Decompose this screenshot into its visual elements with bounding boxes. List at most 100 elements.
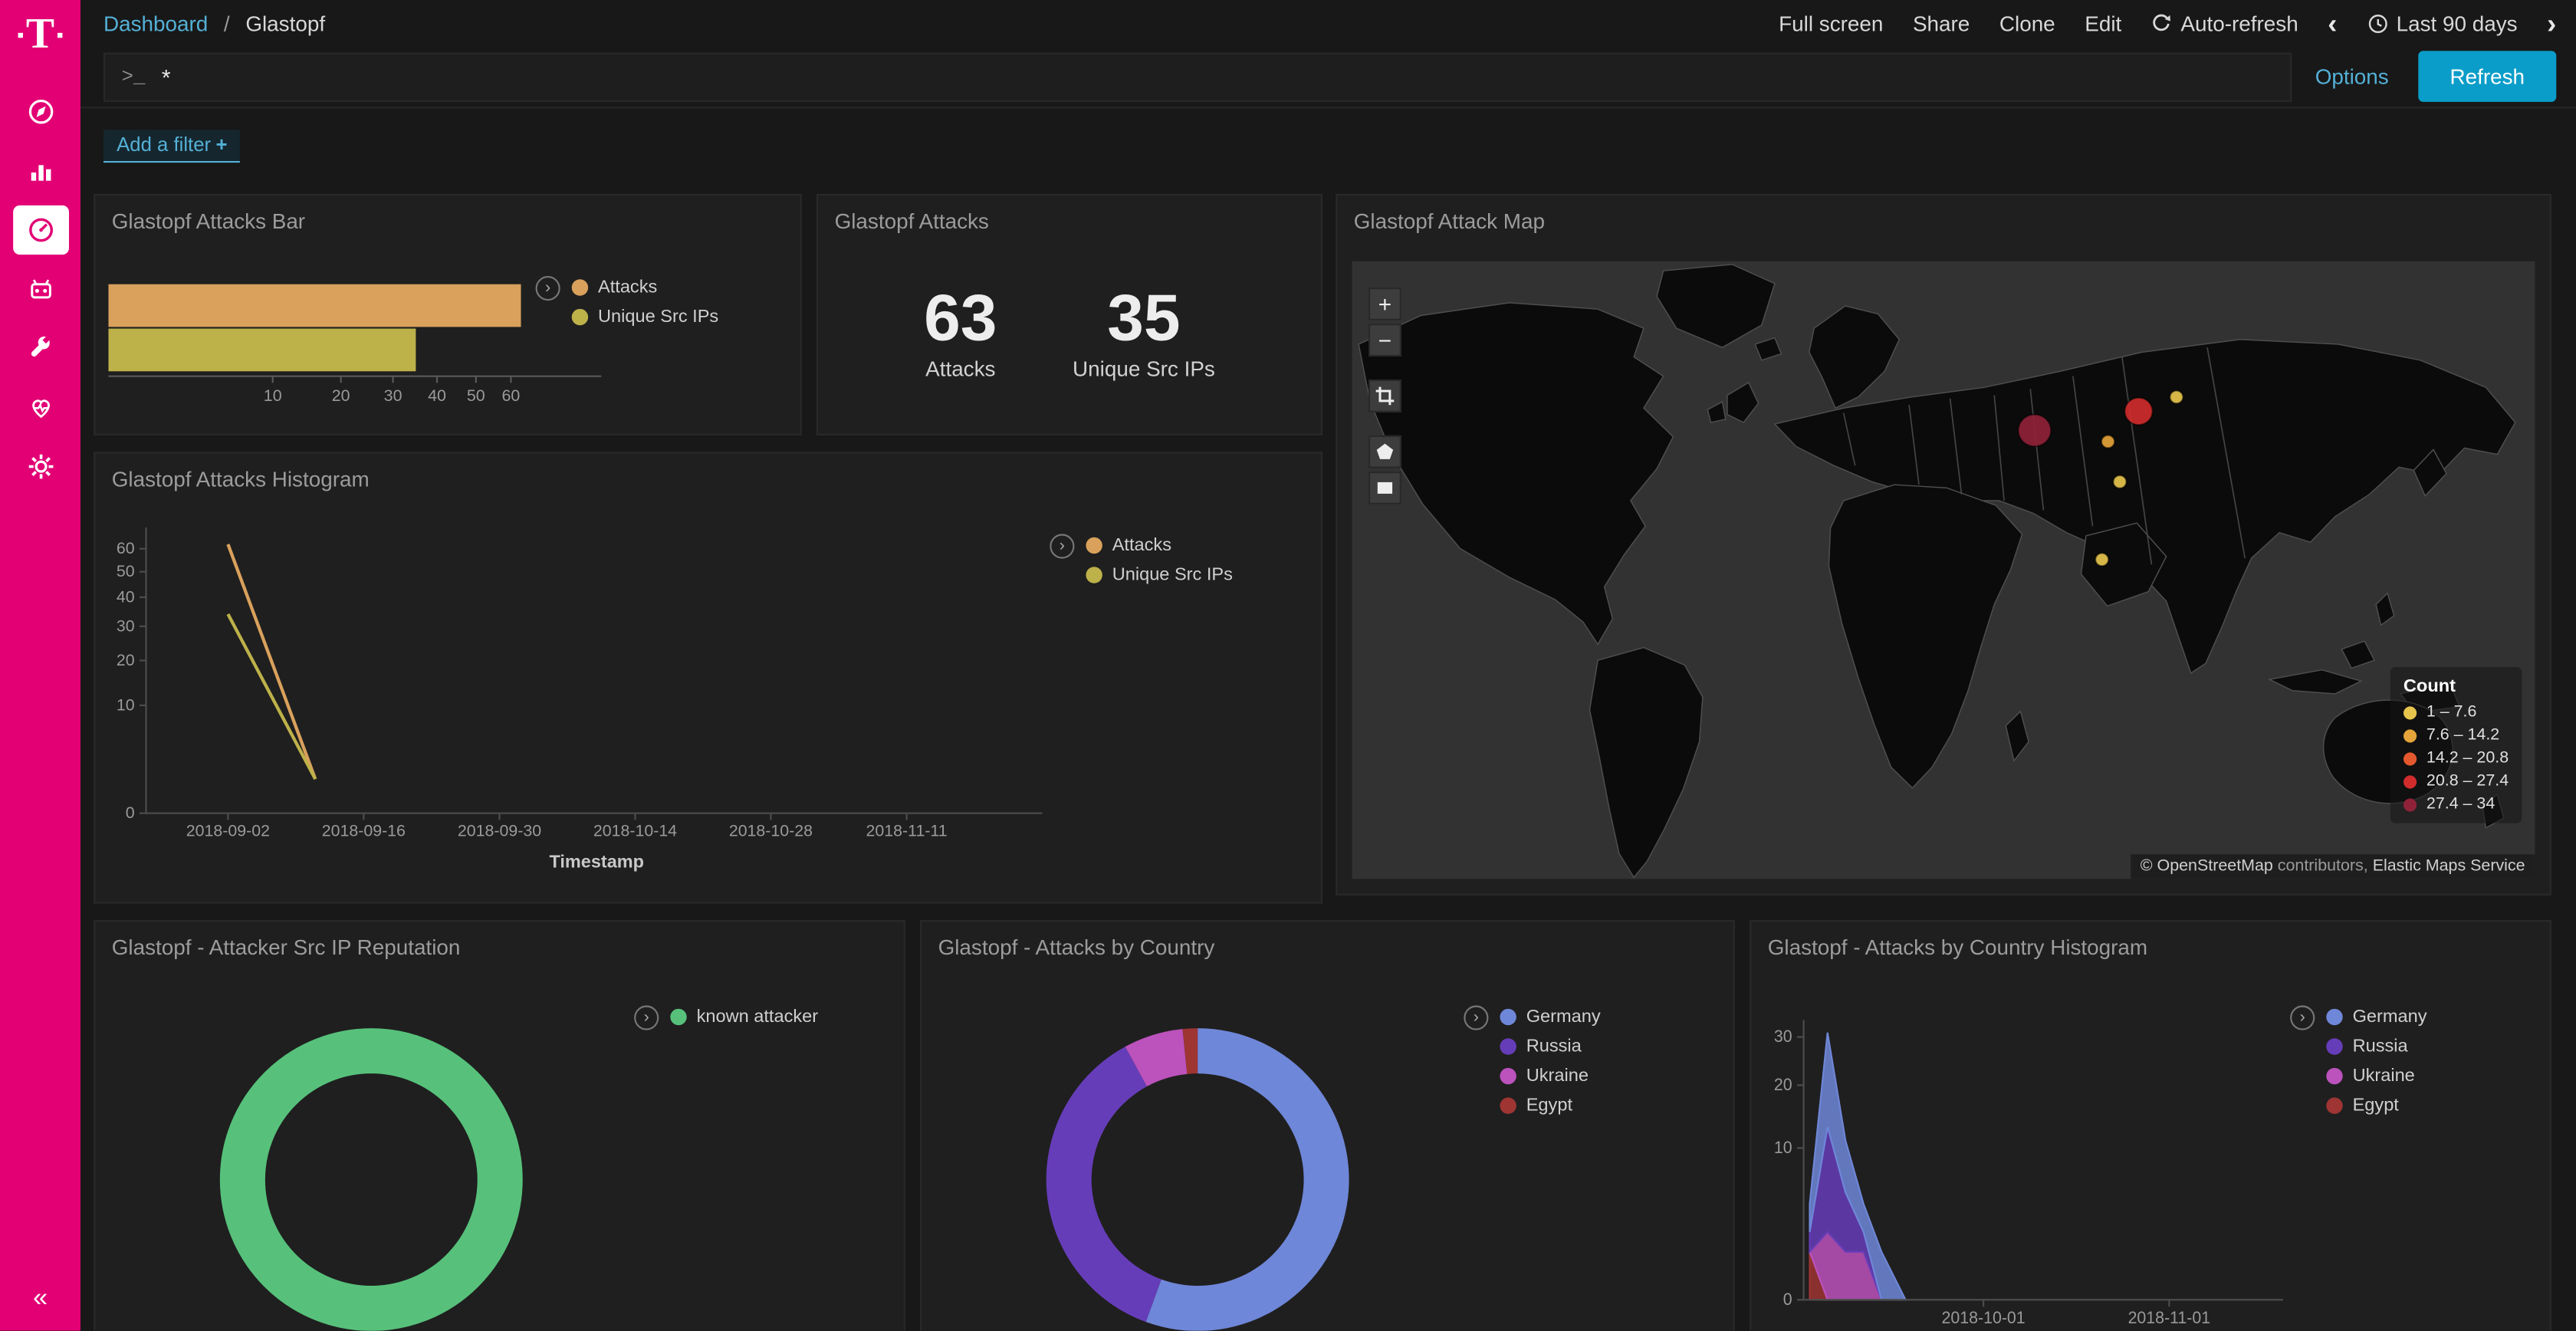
rectangle-select-button[interactable] [1368,472,1401,504]
time-back-button[interactable]: ‹ [2328,9,2337,37]
legend-item-ukraine[interactable]: Ukraine [2326,1066,2426,1086]
auto-refresh-button[interactable]: Auto-refresh [2151,11,2298,35]
legend-item-known-attacker[interactable]: known attacker [670,1007,818,1027]
zoom-in-button[interactable]: + [1368,288,1401,320]
map-marker[interactable] [2124,398,2152,425]
zoom-out-button[interactable]: − [1368,324,1401,357]
nav-action-clone[interactable]: Clone [1999,11,2055,35]
legend-item-20-8-27-4[interactable]: 20.8 – 27.4 [2404,772,2509,790]
legend-dot [2326,1097,2342,1113]
svg-text:20: 20 [117,651,135,669]
legend-label: Russia [2353,1037,2408,1057]
legend-label: Ukraine [1526,1066,1589,1086]
legend-item-unique-src-ips[interactable]: Unique Src IPs [1086,565,1233,585]
country-histogram-chart: 01020302018-10-012018-11-01Timestamp [1751,922,2549,1331]
sidebar-item-dashboard[interactable] [12,205,68,255]
svg-text:10: 10 [264,386,282,405]
reputation-donut-chart [215,1024,527,1331]
legend-item-7-6-14-2[interactable]: 7.6 – 14.2 [2404,726,2509,744]
openstreetmap-link[interactable]: © OpenStreetMap [2141,858,2273,876]
country-donut-chart [1042,1024,1354,1331]
legend-label: 1 – 7.6 [2426,703,2477,721]
legend: Germany Russia Ukraine Egypt [2326,1007,2426,1116]
legend-dot [2326,1038,2342,1054]
legend-item-attacks[interactable]: Attacks [572,278,719,297]
legend-expand-icon[interactable]: › [2290,1005,2315,1030]
legend-dot [2404,797,2417,810]
legend-label: Russia [1526,1037,1582,1057]
polygon-select-button[interactable] [1368,435,1401,468]
legend-item-russia[interactable]: Russia [1500,1037,1600,1057]
legend: Attacks Unique Src IPs [1086,536,1233,585]
sidebar-item-visualize[interactable] [12,146,68,196]
add-filter-button[interactable]: Add a filter+ [104,130,241,163]
sidebar-item-management[interactable] [12,442,68,491]
refresh-button[interactable]: Refresh [2418,51,2556,101]
collapse-sidebar-button[interactable]: « [33,1285,48,1315]
sidebar-item-monitoring[interactable] [12,383,68,432]
series-unique-src-ips[interactable] [228,614,315,779]
map-marker[interactable] [2101,435,2114,449]
panel-title: Glastopf Attacks Histogram [112,467,370,491]
nav-action-share[interactable]: Share [1913,11,1970,35]
elastic-maps-service-link[interactable]: Elastic Maps Service [2373,858,2525,876]
fit-data-bounds-button[interactable] [1368,380,1401,412]
legend-item-attacks[interactable]: Attacks [1086,536,1233,556]
legend-label: Attacks [1112,536,1171,556]
map-marker[interactable] [2170,391,2183,404]
svg-text:40: 40 [117,587,135,606]
legend-expand-icon[interactable]: › [536,276,560,301]
svg-text:0: 0 [1783,1290,1792,1309]
series-attacks[interactable] [228,544,315,779]
legend-expand-icon[interactable]: › [1050,534,1074,558]
legend-dot [572,279,588,295]
options-link[interactable]: Options [2315,64,2389,89]
slice-russia[interactable] [1046,1047,1162,1322]
slice-known-attacker[interactable] [242,1051,500,1309]
logo-dot [18,32,22,37]
gauge-icon [24,214,57,247]
legend-item-14-2-20-8[interactable]: 14.2 – 20.8 [2404,749,2509,767]
svg-text:20: 20 [332,386,350,405]
logo-dot [58,32,62,37]
clock-icon [2367,12,2388,34]
legend-item-germany[interactable]: Germany [1500,1007,1600,1027]
legend-dot [1500,1068,1516,1084]
map-marker[interactable] [2095,554,2108,567]
legend-dot [670,1009,686,1025]
map-marker[interactable] [2018,415,2051,447]
logo-t: T [26,13,54,56]
time-range-button[interactable]: Last 90 days [2367,11,2518,35]
legend-item-unique-src-ips[interactable]: Unique Src IPs [572,307,719,327]
breadcrumb-dashboard-link[interactable]: Dashboard [104,11,208,35]
legend-expand-icon[interactable]: › [1464,1005,1488,1030]
sidebar-item-dev-tools[interactable] [12,324,68,373]
map-marker[interactable] [2113,475,2126,488]
legend-item-russia[interactable]: Russia [2326,1037,2426,1057]
top-bar: Dashboard / Glastopf Full screenShareClo… [80,0,2576,46]
legend-expand-icon[interactable]: › [634,1005,659,1030]
polygon-icon [1375,442,1395,462]
legend-item-egypt[interactable]: Egypt [1500,1096,1600,1116]
legend-item-egypt[interactable]: Egypt [2326,1096,2426,1116]
bar-unique-src-ips[interactable] [108,329,416,372]
svg-text:30: 30 [384,386,402,405]
metric-label: Unique Src IPs [1073,357,1215,381]
legend-item-germany[interactable]: Germany [2326,1007,2426,1027]
time-forward-button[interactable]: › [2547,9,2556,37]
map-legend-title: Count [2404,677,2509,697]
attack-map[interactable]: + − Count [1352,261,2535,879]
map-legend-items: 1 – 7.6 7.6 – 14.2 14.2 – 20.8 20.8 – 27.4 2… [2404,703,2509,813]
nav-action-edit[interactable]: Edit [2085,11,2121,35]
sidebar-item-discover[interactable] [12,87,68,136]
nav-action-full-screen[interactable]: Full screen [1779,11,1883,35]
sidebar-item-timelion[interactable] [12,265,68,314]
legend-item-27-4-34[interactable]: 27.4 – 34 [2404,795,2509,813]
legend-item-ukraine[interactable]: Ukraine [1500,1066,1600,1086]
legend-dot [2326,1009,2342,1025]
search-query-input[interactable]: >_ * [104,52,2292,101]
bar-attacks[interactable] [108,284,521,327]
legend-item-1-7-6[interactable]: 1 – 7.6 [2404,703,2509,721]
telekom-logo[interactable]: T [18,13,63,56]
panel-title: Glastopf - Attacks by Country Histogram [1768,935,2147,959]
